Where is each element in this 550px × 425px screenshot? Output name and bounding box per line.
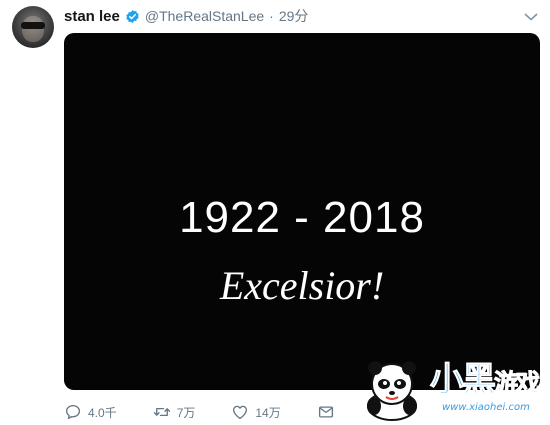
tweet-image[interactable]: 1922 - 2018 Excelsior!: [64, 33, 540, 390]
avatar-face: [22, 16, 44, 42]
like-button[interactable]: 14万: [231, 403, 281, 421]
watermark-logo-text: 小黑游戏: [430, 360, 541, 403]
watermark-logo-suffix: 游戏: [494, 369, 541, 398]
author-name[interactable]: stan lee: [64, 8, 120, 25]
avatar-glasses: [21, 22, 45, 29]
header-separator: ·: [269, 8, 274, 24]
tweet-header: stan lee @TheRealStanLee · 29分: [64, 6, 308, 26]
watermark-url: www.xiaohei.com: [442, 402, 530, 413]
image-motto-text: Excelsior!: [219, 263, 385, 308]
watermark: 小黑游戏 www.xiaohei.com: [356, 356, 546, 422]
chevron-down-icon[interactable]: [524, 9, 538, 21]
direct-message-button[interactable]: [317, 403, 335, 421]
like-count: 14万: [255, 405, 281, 420]
panda-mascot-icon: [367, 361, 417, 421]
heart-icon: [233, 405, 248, 420]
retweet-button[interactable]: 7万: [153, 403, 196, 421]
reply-button[interactable]: 4.0千: [64, 403, 117, 421]
reply-count: 4.0千: [88, 405, 117, 420]
tweet-actions: 4.0千 7万 14万: [64, 401, 371, 423]
watermark-logo-main: 小黑: [430, 360, 497, 401]
reply-icon: [65, 404, 81, 420]
envelope-icon: [318, 406, 333, 418]
verified-badge-icon: [125, 9, 140, 24]
retweet-icon: [153, 407, 170, 417]
tweet: stan lee @TheRealStanLee · 29分 1922 - 20…: [0, 0, 550, 425]
retweet-count: 7万: [176, 405, 196, 420]
avatar[interactable]: [12, 6, 54, 48]
image-years-text: 1922 - 2018: [179, 193, 425, 242]
author-handle[interactable]: @TheRealStanLee: [145, 8, 264, 24]
tweet-timestamp[interactable]: 29分: [279, 6, 309, 26]
